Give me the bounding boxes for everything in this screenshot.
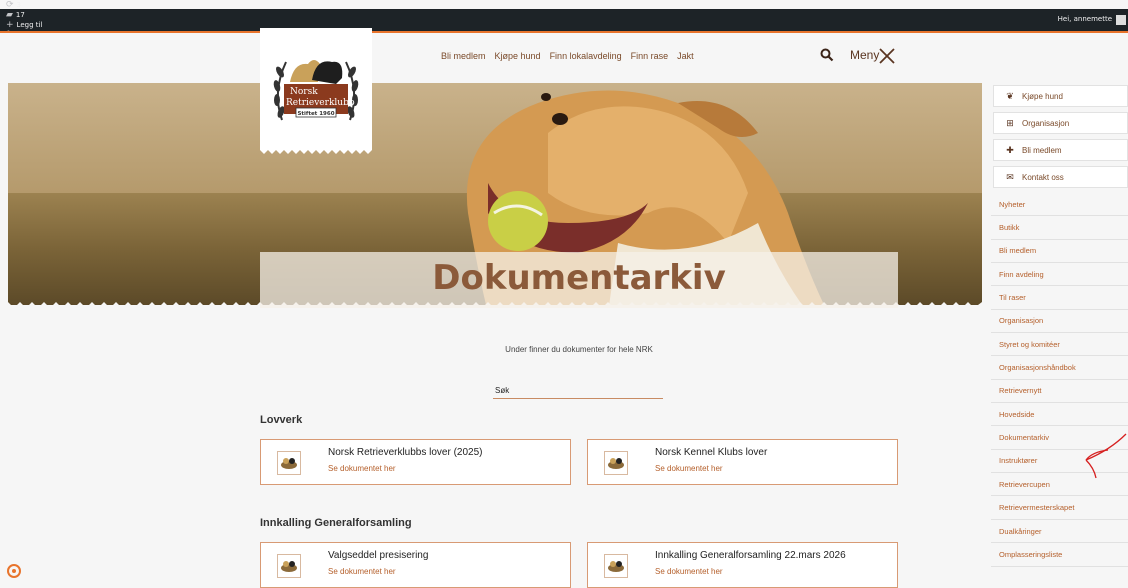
user-plus-icon: ✚ <box>1006 144 1014 155</box>
sidebar-button-label: Organisasjon <box>1022 118 1070 128</box>
sidebar-button-kontakt-oss[interactable]: ✉ Kontakt oss <box>993 166 1128 188</box>
sidebar-link[interactable]: Retrievermesterskapet <box>991 497 1128 520</box>
logo-text-line1: Norsk <box>290 87 318 97</box>
sitemap-icon: ⊞ <box>1006 117 1014 128</box>
paw-icon: ❦ <box>1006 90 1014 101</box>
logo-zigzag <box>260 148 372 154</box>
doc-card[interactable]: Innkalling Generalforsamling 22.mars 202… <box>587 542 898 588</box>
doc-link[interactable]: Se dokumentet her <box>328 567 396 576</box>
logo-text-line3: Stiftet 1960 <box>297 111 334 117</box>
nav-item-kjope-hund[interactable]: Kjøpe hund <box>495 51 541 61</box>
nav-item-finn-rase[interactable]: Finn rase <box>631 51 669 61</box>
doc-card[interactable]: Norsk Retrieverklubbs lover (2025) Se do… <box>260 439 571 485</box>
add-icon: + <box>6 20 14 30</box>
admin-bar-label: Legg til <box>16 21 43 29</box>
admin-bar-item[interactable]: + Legg til <box>6 20 86 30</box>
document-thumbnail-icon <box>277 451 301 475</box>
doc-title: Norsk Kennel Klubs lover <box>655 447 768 458</box>
updates-icon: ⟳ <box>6 0 14 10</box>
document-thumbnail-icon <box>277 554 301 578</box>
logo-text-line2: Retrieverklubb <box>286 98 355 108</box>
envelope-icon: ✉ <box>1006 171 1014 182</box>
doc-title: Valgseddel presisering <box>328 550 429 561</box>
admin-greeting[interactable]: Hei, annemette <box>1058 15 1112 23</box>
sidebar-button-label: Kjøpe hund <box>1022 91 1063 101</box>
doc-link[interactable]: Se dokumentet her <box>655 567 723 576</box>
admin-bar-label: 3 <box>16 1 22 9</box>
page-title: Dokumentarkiv <box>432 258 726 298</box>
site-logo[interactable]: Norsk Retrieverklubb Stiftet 1960 <box>260 28 372 154</box>
intro-text: Under finner du dokumenter for hele NRK <box>505 345 653 354</box>
doc-card[interactable]: Norsk Kennel Klubs lover Se dokumentet h… <box>587 439 898 485</box>
sidebar-link[interactable]: Dualkåringer <box>991 520 1128 544</box>
sidebar-link[interactable]: Organisasjon <box>991 310 1128 334</box>
sidebar-link[interactable]: Styret og komitéer <box>991 333 1128 357</box>
admin-bar-label: 17 <box>15 11 25 19</box>
admin-bar: ⊛⌂Mine nettsteder◍Aktivt Hundeliv!✎Tilpa… <box>0 0 1128 80</box>
doc-card[interactable]: Valgseddel presisering Se dokumentet her <box>260 542 571 588</box>
logo-emblem-icon: Norsk Retrieverklubb Stiftet 1960 <box>273 60 359 121</box>
title-band: Dokumentarkiv <box>260 252 898 308</box>
admin-bar-item[interactable]: ▰ 17 <box>6 10 86 20</box>
nav-item-jakt[interactable]: Jakt <box>677 51 694 61</box>
document-thumbnail-icon <box>604 554 628 578</box>
sidebar-link[interactable]: Nyheter <box>991 193 1128 217</box>
search-input[interactable] <box>493 383 663 399</box>
document-thumbnail-icon <box>604 451 628 475</box>
close-icon[interactable] <box>878 47 896 65</box>
sidebar-button-organisasjon[interactable]: ⊞ Organisasjon <box>993 112 1128 134</box>
section-heading-lovverk: Lovverk <box>260 414 303 426</box>
sidebar-button-label: Bli medlem <box>1022 145 1062 155</box>
sidebar-button-label: Kontakt oss <box>1022 172 1064 182</box>
sidebar-link[interactable]: Bli medlem <box>991 240 1128 263</box>
doc-title: Norsk Retrieverklubbs lover (2025) <box>328 447 483 458</box>
sidebar-button-kjope-hund[interactable]: ❦ Kjøpe hund <box>993 85 1128 107</box>
sidebar-link[interactable]: Omplasseringsliste <box>991 543 1128 567</box>
doc-title: Innkalling Generalforsamling 22.mars 202… <box>655 550 846 561</box>
comments-icon: ▰ <box>6 10 13 20</box>
accessibility-widget-icon[interactable] <box>7 564 21 578</box>
main-nav: Bli medlem Kjøpe hund Finn lokalavdeling… <box>441 51 694 61</box>
nav-item-bli-medlem[interactable]: Bli medlem <box>441 51 486 61</box>
search-icon[interactable] <box>820 48 834 62</box>
sidebar: ❦ Kjøpe hund ⊞ Organisasjon ✚ Bli medlem… <box>991 83 1128 579</box>
doc-link[interactable]: Se dokumentet her <box>328 464 396 473</box>
sidebar-link[interactable]: Butikk <box>991 216 1128 240</box>
annotation-arrow <box>1085 433 1127 479</box>
nav-item-finn-lokalavdeling[interactable]: Finn lokalavdeling <box>550 51 622 61</box>
sidebar-link[interactable]: Hovedside <box>991 403 1128 427</box>
sidebar-link[interactable]: Finn avdeling <box>991 263 1128 287</box>
sidebar-button-bli-medlem[interactable]: ✚ Bli medlem <box>993 139 1128 161</box>
doc-link[interactable]: Se dokumentet her <box>655 464 723 473</box>
avatar[interactable] <box>1116 15 1126 25</box>
sidebar-link[interactable]: Retrievernytt <box>991 380 1128 404</box>
menu-button-label[interactable]: Meny <box>850 48 879 62</box>
sidebar-link[interactable]: Til raser <box>991 286 1128 310</box>
section-heading-innkalling: Innkalling Generalforsamling <box>260 517 412 529</box>
admin-bar-item[interactable]: ⟳ 3 <box>6 0 86 10</box>
sidebar-link[interactable]: Organisasjonshåndbok <box>991 356 1128 380</box>
